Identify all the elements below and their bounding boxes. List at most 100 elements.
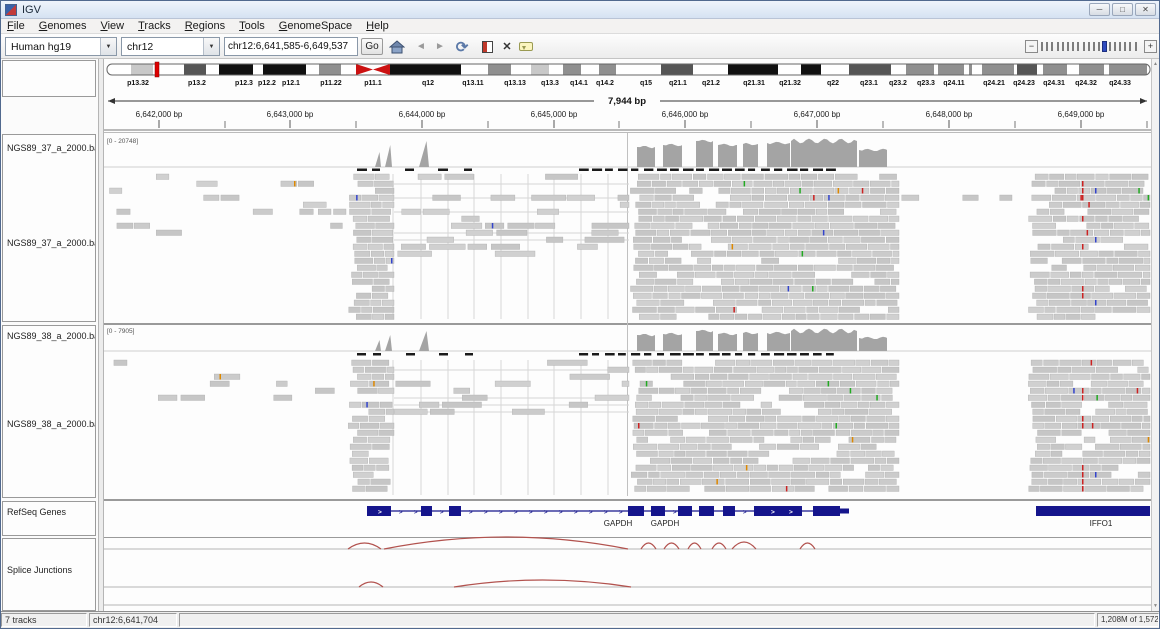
scroll-down-icon[interactable]: ▼ [1153, 603, 1158, 609]
svg-text:q24.21: q24.21 [983, 80, 1005, 87]
zoom-in-button[interactable]: + [1144, 40, 1157, 53]
svg-text:6,646,000 bp: 6,646,000 bp [662, 110, 709, 119]
svg-text:q21.1: q21.1 [669, 80, 687, 87]
svg-text:>: > [619, 510, 623, 516]
svg-text:q24.33: q24.33 [1109, 80, 1131, 87]
scroll-up-icon[interactable]: ▲ [1152, 61, 1159, 67]
view-position-marker [155, 62, 159, 77]
refresh-button[interactable]: ⟳ [452, 37, 472, 56]
zoom-slider[interactable] [1041, 40, 1141, 53]
gene-iffo1 [1036, 506, 1150, 516]
close-button[interactable]: ✕ [1135, 3, 1156, 16]
svg-text:p11.1: p11.1 [364, 80, 382, 87]
main-area: NGS89_37_a_2000.bam Covera NGS89_37_a_20… [1, 59, 1159, 613]
svg-text:q13.11: q13.11 [462, 80, 484, 87]
zoom-tick [1051, 42, 1053, 51]
gene-label: GAPDH [651, 519, 680, 528]
vertical-scrollbar[interactable]: ▲ ▼ [1151, 59, 1159, 613]
svg-text:q24.31: q24.31 [1043, 80, 1065, 87]
chevron-down-icon[interactable]: ▼ [100, 38, 116, 55]
menu-item-genomespace[interactable]: GenomeSpace [279, 20, 352, 32]
svg-text:6,649,000 bp: 6,649,000 bp [1058, 110, 1105, 119]
track-name-refseq-genes[interactable]: RefSeq Genes [7, 507, 66, 517]
svg-text:q24.32: q24.32 [1075, 80, 1097, 87]
menu-item-tracks[interactable]: Tracks [138, 20, 171, 32]
track-group-bam2[interactable]: NGS89_38_a_2000.bam Covera NGS89_38_a_20… [2, 325, 96, 498]
track-name-bam1-coverage[interactable]: NGS89_37_a_2000.bam Covera [7, 143, 96, 153]
svg-text:q14.2: q14.2 [596, 80, 614, 87]
zoom-tick [1093, 42, 1095, 51]
svg-text:>: > [378, 509, 382, 516]
igv-window: IGV ─ □ ✕ File Genomes View Tracks Regions To… [0, 0, 1160, 629]
track-group-bam1[interactable]: NGS89_37_a_2000.bam Covera NGS89_37_a_20… [2, 134, 96, 322]
fit-window-button[interactable]: ✕ [497, 37, 517, 56]
svg-text:>: > [589, 510, 593, 516]
zoom-tick [1046, 42, 1048, 51]
svg-text:>: > [771, 509, 775, 516]
svg-text:p12.3: p12.3 [235, 80, 253, 87]
track-name-panel: NGS89_37_a_2000.bam Covera NGS89_37_a_20… [1, 59, 98, 613]
menubar: File Genomes View Tracks Regions Tools GenomeS… [1, 19, 1159, 34]
svg-text:p11.22: p11.22 [320, 80, 342, 87]
go-button[interactable]: Go [361, 38, 383, 55]
svg-text:p13.2: p13.2 [188, 80, 206, 87]
popup-text-button[interactable] [516, 37, 536, 56]
svg-text:p12.1: p12.1 [282, 80, 300, 87]
home-button[interactable] [387, 37, 407, 56]
track-group-genes[interactable]: RefSeq Genes [2, 501, 96, 536]
zoom-slider-thumb[interactable] [1102, 41, 1107, 52]
track-name-bam2-coverage[interactable]: NGS89_38_a_2000.bam Covera [7, 331, 96, 341]
coverage-range-label: [0 - 20748] [107, 138, 138, 145]
window-controls: ─ □ ✕ [1089, 3, 1156, 16]
zoom-tick [1124, 42, 1126, 51]
home-icon [389, 40, 405, 54]
menu-item-file[interactable]: File [7, 20, 25, 32]
svg-text:6,642,000 bp: 6,642,000 bp [136, 110, 183, 119]
status-memory: 1,208M of 1,572M [1097, 613, 1159, 627]
region-tool-button[interactable] [477, 37, 497, 56]
back-icon: ◄ [416, 41, 426, 52]
track-name-splice-junctions[interactable]: Splice Junctions [7, 565, 72, 575]
svg-text:q14.1: q14.1 [570, 80, 588, 87]
track-name-bam2[interactable]: NGS89_38_a_2000.bam [7, 419, 96, 429]
menu-item-view[interactable]: View [100, 20, 124, 32]
titlebar[interactable]: IGV ─ □ ✕ [1, 1, 1159, 19]
svg-text:6,645,000 bp: 6,645,000 bp [531, 110, 578, 119]
zoom-out-button[interactable]: − [1025, 40, 1038, 53]
maximize-button[interactable]: □ [1112, 3, 1133, 16]
svg-text:6,647,000 bp: 6,647,000 bp [794, 110, 841, 119]
menu-item-tools[interactable]: Tools [239, 20, 265, 32]
svg-text:q21.31: q21.31 [743, 80, 765, 87]
svg-text:>: > [499, 510, 503, 516]
zoom-tick [1057, 42, 1059, 51]
svg-text:>: > [484, 510, 488, 516]
svg-text:q23.3: q23.3 [917, 80, 935, 87]
status-position: chr12:6,641,704 [89, 613, 177, 627]
zoom-control: − + [1025, 39, 1157, 54]
chevron-down-icon[interactable]: ▼ [203, 38, 219, 55]
forward-button[interactable]: ► [430, 37, 450, 56]
locus-input[interactable] [224, 37, 358, 56]
zoom-tick [1109, 42, 1111, 51]
svg-text:>: > [574, 510, 578, 516]
genome-select[interactable]: Human hg19 ▼ [5, 37, 117, 56]
track-group-junctions[interactable]: Splice Junctions [2, 538, 96, 611]
status-track-count: 7 tracks [1, 613, 87, 627]
minimize-button[interactable]: ─ [1089, 3, 1110, 16]
svg-text:>: > [559, 510, 563, 516]
menu-item-regions[interactable]: Regions [185, 20, 225, 32]
svg-text:>: > [414, 510, 418, 516]
header-name-box [2, 60, 96, 97]
svg-text:6,643,000 bp: 6,643,000 bp [267, 110, 314, 119]
chromosome-select[interactable]: chr12 ▼ [121, 37, 220, 56]
window-title: IGV [22, 4, 41, 16]
track-name-bam1[interactable]: NGS89_37_a_2000.bam [7, 238, 96, 248]
menu-item-genomes[interactable]: Genomes [39, 20, 87, 32]
zoom-tick [1129, 42, 1131, 51]
back-button[interactable]: ◄ [411, 37, 431, 56]
svg-text:6,644,000 bp: 6,644,000 bp [399, 110, 446, 119]
data-panel[interactable]: p13.32p13.2p12.3p12.2p12.1p11.22p11.1q12… [104, 59, 1151, 613]
gene-label: GAPDH [604, 519, 633, 528]
menu-item-help[interactable]: Help [366, 20, 389, 32]
zoom-tick [1083, 42, 1085, 51]
